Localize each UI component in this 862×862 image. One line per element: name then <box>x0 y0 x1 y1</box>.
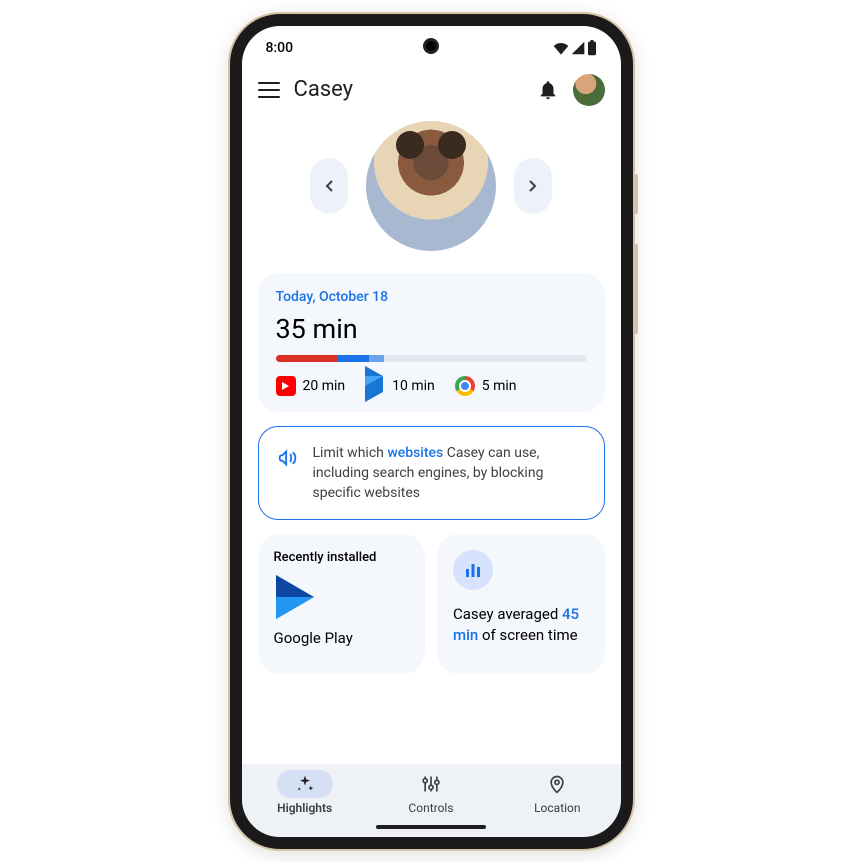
youtube-icon <box>276 376 296 396</box>
power-button <box>634 174 638 214</box>
recent-app-name: Google Play <box>274 629 410 647</box>
bar-seg-youtube <box>276 355 338 362</box>
chrome-icon <box>455 376 475 396</box>
page-title: Casey <box>294 77 523 102</box>
status-time: 8:00 <box>266 40 294 56</box>
controls-icon <box>421 774 441 794</box>
app-header: Casey <box>242 66 621 116</box>
app-breakdown: 20 min 10 min 5 min <box>276 376 587 396</box>
bar-seg-play <box>338 355 369 362</box>
nav-highlights-label: Highlights <box>277 801 332 815</box>
total-time: 35 min <box>276 313 587 345</box>
volume-button <box>634 244 638 334</box>
megaphone-icon <box>277 447 299 469</box>
nav-controls-label: Controls <box>408 801 453 815</box>
account-avatar[interactable] <box>573 74 605 106</box>
usage-bar <box>276 355 587 362</box>
app-chrome: 5 min <box>455 376 517 396</box>
nav-controls[interactable]: Controls <box>368 770 494 815</box>
date-label: Today, October 18 <box>276 289 587 305</box>
chrome-time: 5 min <box>482 378 517 394</box>
tip-text: Limit which websites Casey can use, incl… <box>313 443 586 504</box>
play-icon-large <box>276 575 314 619</box>
bar-chart-icon <box>453 550 493 590</box>
app-youtube: 20 min <box>276 376 346 396</box>
nav-location-label: Location <box>534 801 580 815</box>
recent-title: Recently installed <box>274 550 410 565</box>
child-avatar[interactable] <box>366 121 496 251</box>
app-play: 10 min <box>365 376 435 396</box>
location-icon <box>547 774 567 794</box>
battery-icon <box>587 40 597 56</box>
wifi-icon <box>553 41 569 55</box>
stage: 8:00 Casey <box>0 0 862 862</box>
stat-pre: Casey averaged <box>453 605 562 623</box>
stat-post: of screen time <box>478 626 577 644</box>
highlights-icon <box>295 774 315 794</box>
tip-pre: Limit which <box>313 445 388 461</box>
nav-highlights[interactable]: Highlights <box>242 770 368 815</box>
phone-frame: 8:00 Casey <box>230 14 633 849</box>
play-time: 10 min <box>392 378 435 394</box>
youtube-time: 20 min <box>303 378 346 394</box>
chevron-left-icon <box>324 180 334 192</box>
screen-time-card[interactable]: Today, October 18 35 min 20 min <box>258 273 605 412</box>
main-content: Today, October 18 35 min 20 min <box>242 273 621 764</box>
play-icon <box>365 376 385 396</box>
notification-icon[interactable] <box>537 79 559 101</box>
front-camera <box>423 38 439 54</box>
tip-keyword: websites <box>387 445 443 461</box>
tip-card[interactable]: Limit which websites Casey can use, incl… <box>258 426 605 521</box>
prev-child-button[interactable] <box>310 158 348 214</box>
status-icons <box>553 40 597 56</box>
bar-seg-chrome <box>369 355 385 362</box>
signal-icon <box>571 41 585 55</box>
recently-installed-card[interactable]: Recently installed Google Play <box>258 534 426 674</box>
nav-location[interactable]: Location <box>494 770 620 815</box>
screen: 8:00 Casey <box>242 26 621 837</box>
info-grid: Recently installed Google Play Casey ave… <box>258 534 605 674</box>
profile-switcher <box>242 116 621 273</box>
bottom-nav: Highlights Controls Location <box>242 764 621 817</box>
next-child-button[interactable] <box>514 158 552 214</box>
average-card[interactable]: Casey averaged 45 min of screen time <box>437 534 605 674</box>
gesture-bar[interactable] <box>242 817 621 837</box>
stat-text: Casey averaged 45 min of screen time <box>453 604 589 646</box>
chevron-right-icon <box>528 180 538 192</box>
menu-icon[interactable] <box>258 82 280 98</box>
